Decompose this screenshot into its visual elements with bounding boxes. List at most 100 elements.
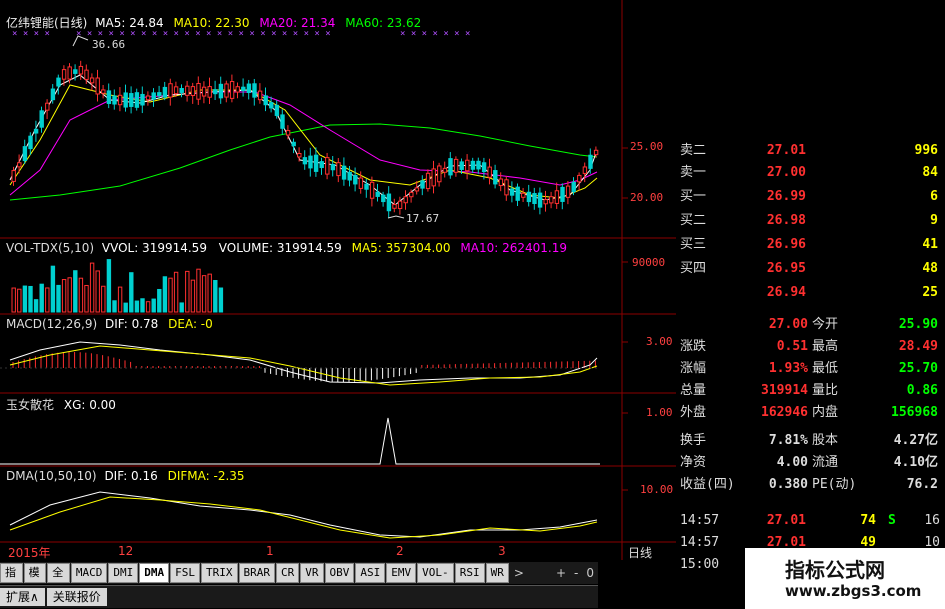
volume-bar: [162, 276, 168, 313]
stat-value: 1.93%: [768, 361, 808, 376]
xg-header: 玉女散花 XG: 0.00: [6, 396, 116, 413]
stat-value: 28.49: [898, 339, 938, 354]
xg-value: XG: 0.00: [63, 398, 116, 412]
related-quotes-button[interactable]: 关联报价: [46, 588, 107, 606]
candle-body: [358, 177, 364, 189]
stat-label: 涨幅: [680, 361, 707, 376]
bid-volume: 6: [930, 189, 938, 204]
candle-body: [588, 154, 593, 169]
expand-button[interactable]: 扩展∧: [0, 588, 45, 606]
stat-value: 7.81%: [768, 433, 808, 448]
tab-dma[interactable]: DMA: [139, 563, 170, 583]
candle-body: [84, 69, 89, 80]
zoom-in-button[interactable]: +: [552, 564, 570, 582]
candle-body: [11, 170, 16, 182]
candle-body: [39, 110, 44, 128]
candle-body: [375, 191, 380, 197]
stat-label: 总量: [680, 383, 707, 398]
stat-label: 收益(四): [680, 477, 735, 492]
tick-time: 15:00: [680, 557, 720, 572]
volume-bar: [129, 272, 134, 313]
vol-indicator-name: VOL-TDX(5,10): [6, 241, 95, 255]
volume-bar: [179, 302, 184, 313]
candle-body: [112, 95, 117, 105]
zoom-reset-button[interactable]: 0: [582, 564, 598, 582]
candle-body: [442, 167, 448, 173]
volume-bar: [151, 298, 156, 313]
time-axis-mar: 3: [498, 544, 506, 558]
candle-body: [465, 159, 470, 172]
stat-value: 4.10亿: [893, 455, 938, 470]
candle-body: [543, 199, 548, 205]
stat-value: 0.51: [776, 339, 808, 354]
tab-template[interactable]: 模板: [23, 563, 47, 597]
ask-row: 卖一 27.00 84: [676, 162, 945, 184]
stat-value: 0.86: [906, 383, 938, 398]
volume-bar: [106, 259, 112, 313]
bid-volume: 48: [922, 261, 938, 276]
candle-body: [453, 158, 459, 173]
ask-label: 卖一: [680, 165, 707, 180]
candle-body: [218, 83, 224, 99]
tab-trix[interactable]: TRIX: [201, 563, 238, 583]
ma60-readout: MA60: 23.62: [345, 16, 422, 30]
candle-body: [168, 83, 173, 98]
time-axis-year: 2015年: [8, 546, 51, 560]
tab-vr[interactable]: VR: [300, 563, 324, 583]
tab-asi[interactable]: ASI: [355, 563, 386, 583]
candle-body: [414, 187, 420, 192]
candle-body: [61, 69, 67, 80]
tick-time: 14:57: [680, 513, 720, 528]
volume-bar: [22, 285, 28, 313]
tick-time: 14:57: [680, 535, 720, 550]
tab-brar[interactable]: BRAR: [238, 563, 275, 583]
tab-dmi[interactable]: DMI: [108, 563, 139, 583]
tab-cr[interactable]: CR: [276, 563, 300, 583]
period-label: 日线: [628, 546, 653, 560]
volume-bar: [95, 270, 100, 313]
xg-line: [0, 417, 600, 465]
bid-volume: 25: [922, 285, 938, 300]
candle-body: [549, 196, 554, 204]
tab-vol-tdx[interactable]: VOL-TDX: [417, 563, 454, 597]
candle-body: [17, 162, 22, 168]
bid-row: 买四 26.95 48: [676, 258, 945, 280]
tab-scroll-right-button[interactable]: >: [510, 564, 528, 582]
candle-body: [437, 165, 442, 183]
ma20-line: [9, 91, 598, 196]
tab-wr[interactable]: WR: [485, 563, 509, 583]
candle-body: [246, 83, 252, 94]
zoom-out-button[interactable]: -: [570, 564, 582, 582]
volume-bar: [84, 284, 89, 313]
tab-indicator[interactable]: 指标: [0, 563, 23, 597]
tab-macd[interactable]: MACD: [70, 563, 108, 583]
bid-volume: 41: [922, 237, 938, 252]
candle-body: [487, 166, 492, 178]
tab-all[interactable]: 全部: [47, 563, 70, 597]
candle-body: [252, 83, 257, 98]
tab-fsl[interactable]: FSL: [170, 563, 200, 583]
candle-body: [196, 82, 201, 100]
tab-rsi[interactable]: RSI: [454, 563, 485, 583]
ma10-readout: MA10: 22.30: [173, 16, 250, 30]
low-annotation-label: 17.67: [406, 212, 440, 225]
candle-body: [274, 104, 280, 116]
vol-ma10-readout: MA10: 262401.19: [460, 241, 567, 255]
candle-body: [577, 174, 582, 183]
dma-difma: DIFMA: -2.35: [167, 469, 245, 483]
volume-readout: VOLUME: 319914.59: [218, 241, 342, 255]
volume-bar: [201, 275, 207, 313]
bottom-bar: 扩展∧ 关联报价: [0, 585, 598, 608]
stat-value: 4.27亿: [893, 433, 938, 448]
candle-body: [257, 90, 263, 101]
candle-body: [297, 152, 302, 158]
candle-body: [425, 172, 431, 190]
tab-emv[interactable]: EMV: [386, 563, 417, 583]
stat-value: 4.00: [776, 455, 808, 470]
stock-title: 亿纬锂能(日线): [6, 16, 88, 30]
ma5-line: [9, 74, 598, 206]
stat-value: 27.00: [768, 317, 808, 332]
stat-label: 量比: [812, 383, 839, 398]
bid-price: 26.98: [766, 213, 806, 228]
tab-obv[interactable]: OBV: [324, 563, 355, 583]
